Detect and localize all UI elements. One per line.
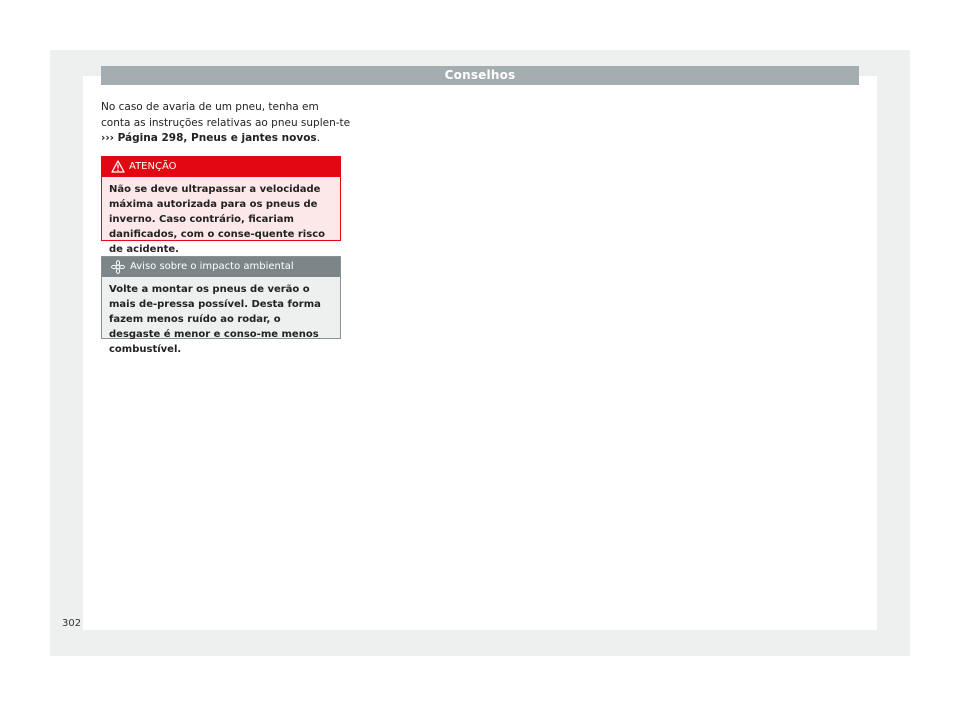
leaf-icon [111,260,125,274]
section-header: Conselhos [101,66,859,85]
intro-paragraph: No caso de avaria de um pneu, tenha em c… [101,100,351,147]
intro-text: No caso de avaria de um pneu, tenha em c… [101,101,351,129]
warning-text: Não se deve ultrapassar a velocidade máx… [109,184,325,255]
intro-end: . [316,132,321,144]
ref-arrow: ››› [101,132,114,144]
warning-title: ATENÇÃO [129,161,177,172]
environment-header: Aviso sobre o impacto ambiental [102,257,340,277]
environment-box: Aviso sobre o impacto ambiental Volte a … [101,256,341,355]
environment-title: Aviso sobre o impacto ambiental [130,261,294,272]
page-reference-link[interactable]: ››› Página 298, Pneus e jantes novos [101,132,317,144]
ref-text: Página 298, Pneus e jantes novos [113,132,317,144]
warning-box: ATENÇÃO Não se deve ultrapassar a veloci… [101,156,341,255]
environment-text: Volte a montar os pneus de verão o mais … [109,284,321,355]
warning-header: ATENÇÃO [102,157,340,177]
page-number: 302 [62,618,82,629]
warning-triangle-icon [111,160,125,173]
